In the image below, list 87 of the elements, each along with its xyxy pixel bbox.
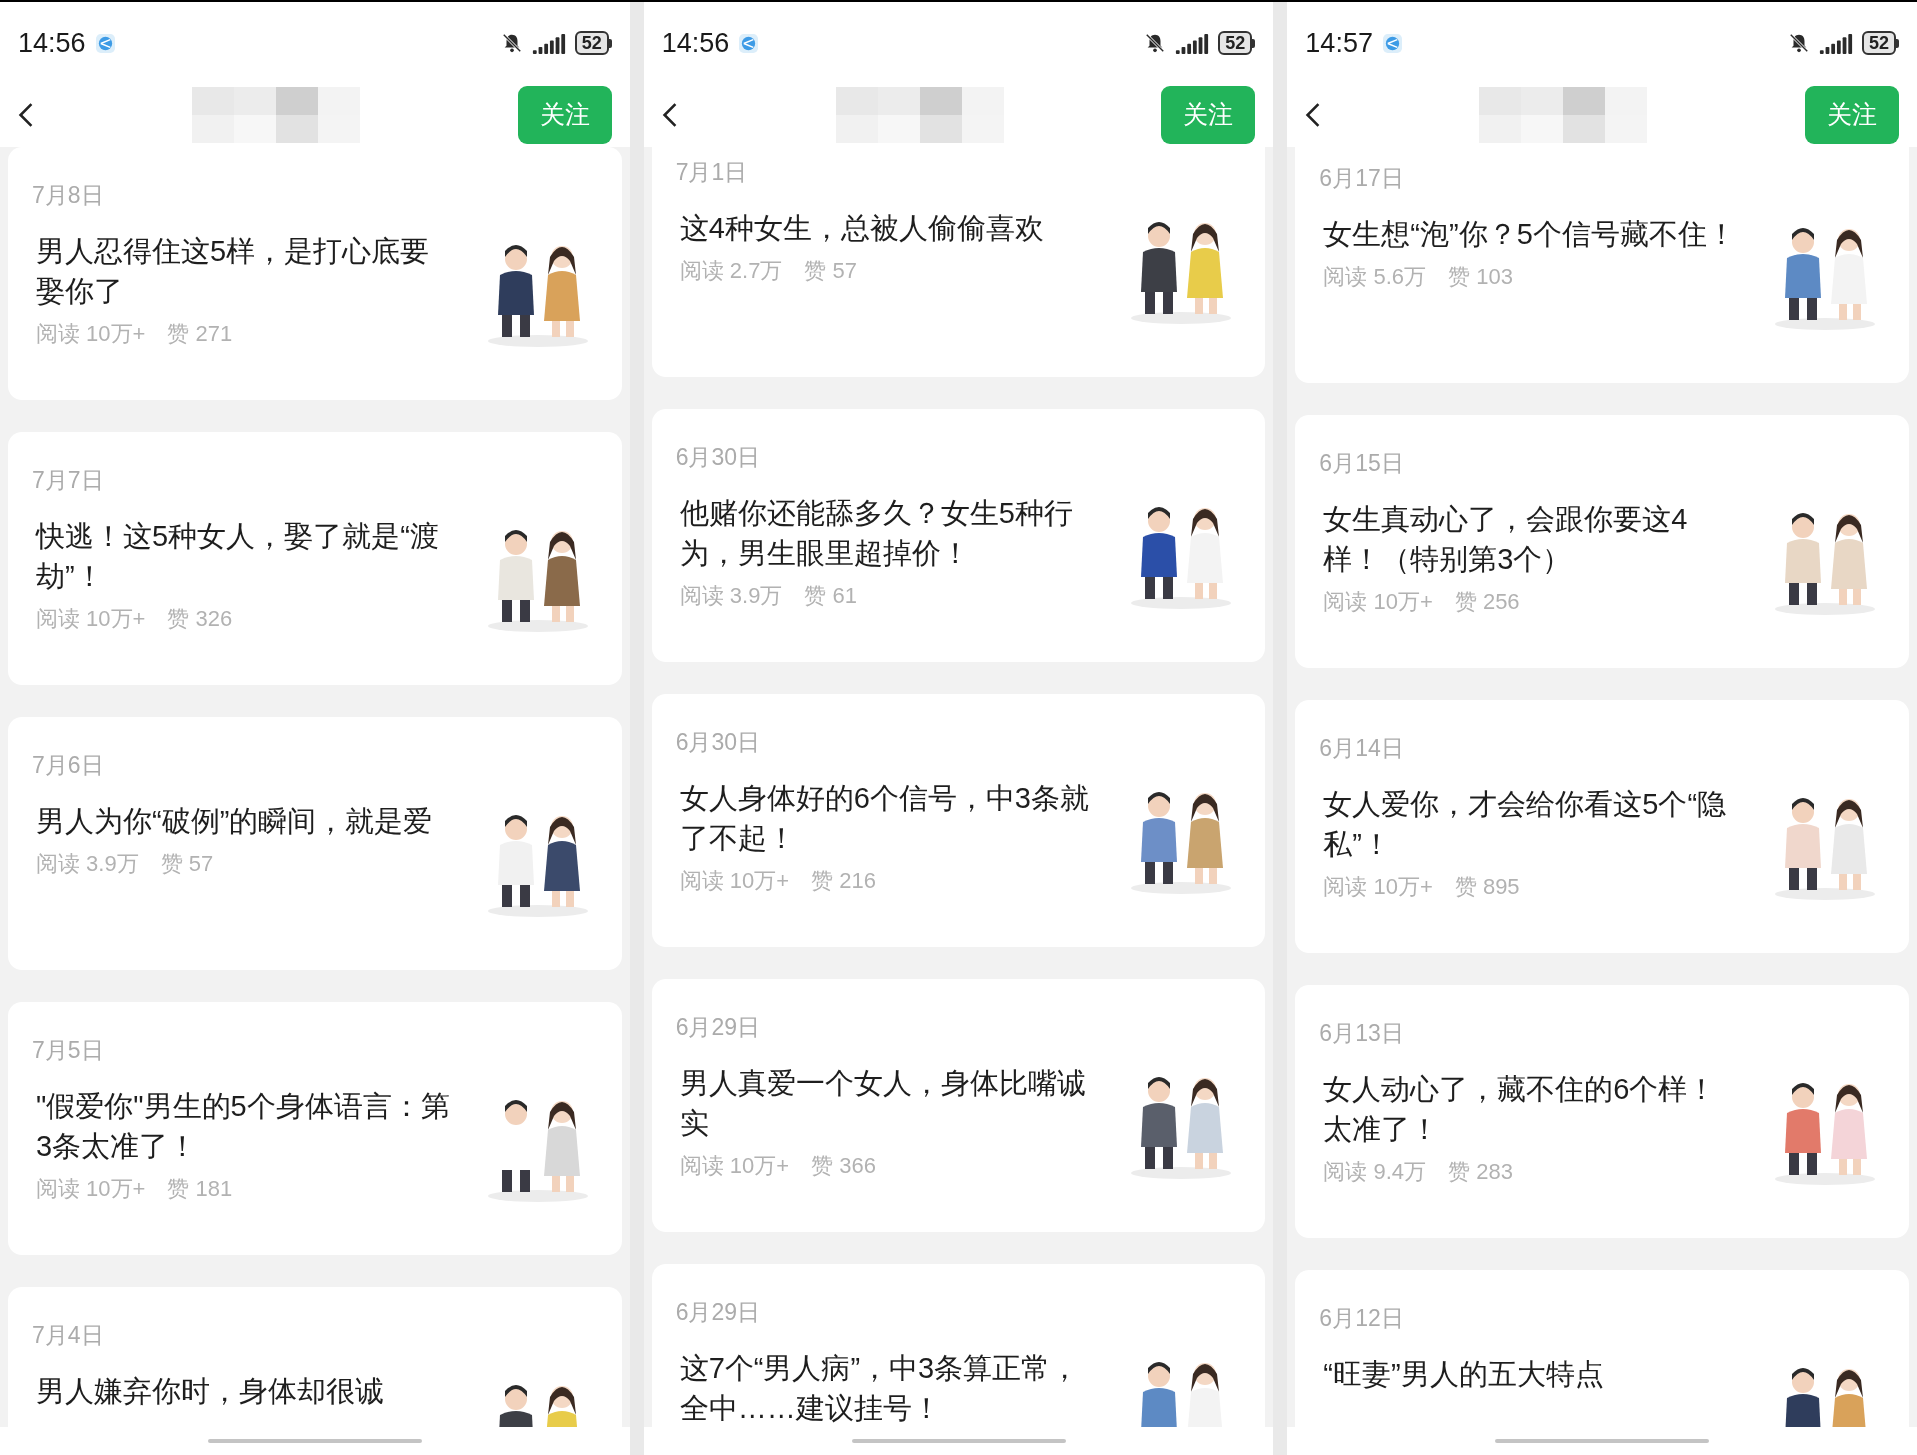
like-count: 赞 895 <box>1454 873 1520 901</box>
article-card[interactable]: 7月6日 男人为你“破例”的瞬间，就是爱 阅读 3.9万 赞 57 <box>8 717 622 970</box>
article-title: 这7个“男人病”，中3条算正常，全中……建议挂号！ <box>679 1351 1081 1426</box>
like-count: 赞 283 <box>1448 1158 1513 1186</box>
article-card[interactable]: 6月14日 女人爱你，才会给你看这5个“隐私”！ 阅读 10万+ 赞 895 <box>1295 700 1909 953</box>
like-count: 赞 256 <box>1454 588 1520 616</box>
bell-off-icon <box>1788 32 1810 54</box>
read-count: 阅读 10万+ <box>1323 873 1433 901</box>
read-count: 阅读 2.7万 <box>679 257 783 285</box>
article-card[interactable]: 6月13日 女人动心了，藏不住的6个样！太准了！ 阅读 9.4万 赞 283 <box>1295 985 1909 1238</box>
article-date: 7月4日 <box>32 1321 105 1349</box>
like-count: 赞 61 <box>804 582 857 610</box>
article-date: 6月13日 <box>1319 1019 1405 1047</box>
article-title: “旺妻”男人的五大特点 <box>1323 1357 1605 1392</box>
like-count: 赞 103 <box>1448 263 1513 291</box>
like-count: 赞 57 <box>804 257 857 285</box>
status-time: 14:57 <box>1305 26 1373 60</box>
read-count: 阅读 10万+ <box>36 1175 146 1203</box>
like-count: 赞 216 <box>811 867 876 895</box>
article-title: 女生真动心了，会跟你要这4样！（特别第3个） <box>1323 502 1689 577</box>
article-card[interactable]: 6月30日 女人身体好的6个信号，中3条就了不起！ 阅读 10万+ 赞 216 <box>651 694 1266 947</box>
article-title: 女人爱你，才会给你看这5个“隐私”！ <box>1323 787 1728 862</box>
article-title: 他赌你还能舔多久？女生5种行为，男生眼里超掉价！ <box>679 496 1074 571</box>
article-title: 女人动心了，藏不住的6个样！太准了！ <box>1323 1072 1718 1147</box>
article-date: 6月15日 <box>1319 449 1405 477</box>
read-count: 阅读 10万+ <box>36 605 146 633</box>
read-count: 阅读 3.9万 <box>679 582 783 610</box>
article-title: 男人忍得住这5样，是打心底要娶你了 <box>36 234 431 309</box>
article-card[interactable]: 6月15日 女生真动心了，会跟你要这4样！（特别第3个） 阅读 10万+ 赞 256 <box>1295 415 1909 668</box>
article-title: "假爱你"男生的5个身体语言：第3条太准了！ <box>36 1089 451 1164</box>
read-count: 阅读 10万+ <box>679 1152 790 1180</box>
read-count: 阅读 5.6万 <box>1323 263 1427 291</box>
battery-level: 52 <box>1862 31 1896 55</box>
article-card[interactable]: 7月5日 "假爱你"男生的5个身体语言：第3条太准了！ 阅读 10万+ 赞 181 <box>8 1002 622 1255</box>
back-icon[interactable] <box>661 101 678 128</box>
status-time: 14:56 <box>18 26 86 60</box>
signal-icon <box>1818 32 1854 54</box>
read-count: 阅读 10万+ <box>1323 588 1433 616</box>
article-card[interactable]: 7月8日 男人忍得住这5样，是打心底要娶你了 阅读 10万+ 赞 271 <box>8 147 622 400</box>
article-card[interactable]: 6月12日 “旺妻”男人的五大特点 <box>1295 1270 1909 1427</box>
article-title: 女人身体好的6个信号，中3条就了不起！ <box>679 781 1090 856</box>
article-card[interactable]: 7月4日 男人嫌弃你时，身体却很诚 <box>8 1287 622 1427</box>
article-date: 7月6日 <box>32 751 105 779</box>
article-card[interactable]: 7月7日 快逃！这5种女人，娶了就是“渡劫”！ 阅读 10万+ 赞 326 <box>8 432 622 685</box>
article-card[interactable]: 6月29日 男人真爱一个女人，身体比嘴诚实 阅读 10万+ 赞 366 <box>651 979 1266 1232</box>
back-icon[interactable] <box>18 101 34 128</box>
article-title: 这4种女生，总被人偷偷喜欢 <box>679 211 1045 246</box>
article-date: 6月29日 <box>675 1298 762 1326</box>
back-icon[interactable] <box>1305 101 1322 128</box>
app-icon <box>95 33 115 53</box>
article-title: 男人为你“破例”的瞬间，就是爱 <box>36 804 434 839</box>
like-count: 赞 366 <box>811 1152 876 1180</box>
signal-icon <box>1174 32 1211 54</box>
article-title: 女生想“泡”你？5个信号藏不住！ <box>1323 217 1737 252</box>
article-card[interactable]: 6月30日 他赌你还能舔多久？女生5种行为，男生眼里超掉价！ 阅读 3.9万 赞 61 <box>651 409 1266 662</box>
article-date: 6月29日 <box>675 1013 762 1041</box>
like-count: 赞 271 <box>167 320 233 348</box>
article-date: 6月14日 <box>1319 734 1405 762</box>
read-count: 阅读 10万+ <box>679 867 790 895</box>
like-count: 赞 326 <box>167 605 233 633</box>
like-count: 赞 57 <box>160 850 214 878</box>
article-date: 6月17日 <box>1319 164 1405 192</box>
article-card[interactable]: 6月17日 女生想“泡”你？5个信号藏不住！ 阅读 5.6万 赞 103 <box>1295 147 1909 383</box>
like-count: 赞 181 <box>167 1175 233 1203</box>
battery-level: 52 <box>574 31 609 55</box>
article-title: 男人嫌弃你时，身体却很诚 <box>36 1374 385 1409</box>
article-date: 7月7日 <box>32 466 105 494</box>
article-date: 6月30日 <box>675 443 762 471</box>
app-icon <box>1382 33 1402 53</box>
article-title: 男人真爱一个女人，身体比嘴诚实 <box>679 1066 1087 1141</box>
article-card[interactable]: 6月29日 这7个“男人病”，中3条算正常，全中……建议挂号！ <box>651 1264 1266 1427</box>
signal-icon <box>530 32 567 54</box>
bell-off-icon <box>500 32 523 54</box>
article-date: 7月8日 <box>32 181 105 209</box>
article-date: 7月5日 <box>32 1036 105 1064</box>
read-count: 阅读 3.9万 <box>36 850 139 878</box>
battery-level: 52 <box>1218 31 1253 55</box>
article-date: 7月1日 <box>675 158 749 186</box>
status-time: 14:56 <box>661 26 730 60</box>
article-date: 6月30日 <box>675 728 762 756</box>
article-title: 快逃！这5种女人，娶了就是“渡劫”！ <box>36 519 440 594</box>
read-count: 阅读 10万+ <box>36 320 146 348</box>
article-date: 6月12日 <box>1319 1304 1405 1332</box>
read-count: 阅读 9.4万 <box>1323 1158 1427 1186</box>
article-card[interactable]: 7月1日 这4种女生，总被人偷偷喜欢 阅读 2.7万 赞 57 <box>651 147 1266 377</box>
bell-off-icon <box>1144 32 1167 54</box>
app-icon <box>739 33 759 53</box>
